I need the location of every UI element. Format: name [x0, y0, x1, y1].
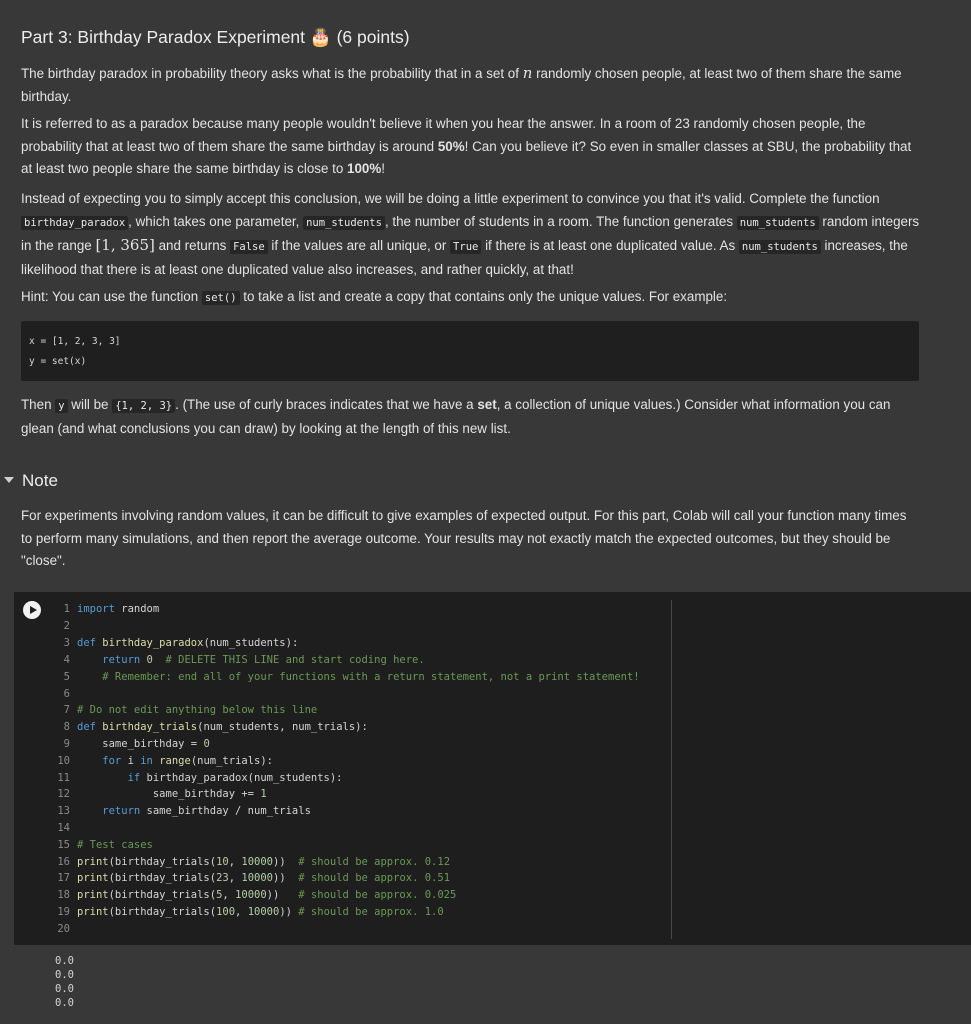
example-code-block: x = [1, 2, 3, 3] y = set(x) [21, 321, 919, 381]
code-line[interactable]: print(birthday_trials(23, 10000)) # shou… [77, 870, 450, 887]
line-number: 6 [63, 688, 70, 700]
line-number: 16 [57, 856, 70, 868]
points-label: (6 points) [336, 27, 410, 47]
example-line-2: y = set(x) [29, 356, 87, 367]
run-cell-button[interactable] [23, 601, 41, 619]
code-line[interactable]: import random [77, 601, 159, 618]
code-line[interactable]: # Do not edit anything below this line [77, 702, 317, 719]
line-number: 18 [57, 889, 70, 901]
code-line[interactable]: print(birthday_trials(100, 10000)) # sho… [77, 904, 444, 921]
line-number: 17 [57, 872, 70, 884]
note-section-header[interactable]: Note [0, 470, 200, 494]
code-line[interactable]: same_birthday += 1 [77, 786, 267, 803]
output-line: 0.0 [55, 955, 74, 967]
code-line[interactable]: if birthday_paradox(num_students): [77, 770, 343, 787]
line-number: 15 [57, 839, 70, 851]
line-number: 13 [57, 805, 70, 817]
line-number: 7 [63, 704, 70, 716]
line-number: 9 [63, 738, 70, 750]
line-number: 12 [57, 788, 70, 800]
output-line: 0.0 [55, 983, 74, 995]
note-text: For experiments involving random values,… [21, 508, 907, 568]
code-line[interactable]: print(birthday_trials(10, 10000)) # shou… [77, 854, 450, 871]
title-text: Part 3: Birthday Paradox Experiment [21, 27, 306, 47]
collapse-caret-icon[interactable] [4, 477, 14, 483]
code-line[interactable]: print(birthday_trials(5, 10000)) # shoul… [77, 887, 456, 904]
code-line[interactable]: # Remember: end all of your functions wi… [77, 669, 639, 686]
paragraph-instructions: Instead of expecting you to simply accep… [21, 191, 920, 277]
line-number: 19 [57, 906, 70, 918]
code-line[interactable]: def birthday_trials(num_students, num_tr… [77, 719, 368, 736]
example-line-1: x = [1, 2, 3, 3] [29, 336, 121, 347]
line-number: 2 [63, 620, 70, 632]
code-line[interactable]: def birthday_paradox(num_students): [77, 635, 298, 652]
output-line: 0.0 [55, 997, 74, 1009]
line-number: 10 [57, 755, 70, 767]
line-number: 8 [63, 721, 70, 733]
line-number: 14 [57, 822, 70, 834]
paragraph-intro: The birthday paradox in probability theo… [21, 64, 902, 104]
note-title: Note [22, 471, 58, 490]
cake-emoji: 🎂 [309, 27, 332, 47]
code-line[interactable]: return 0 # DELETE THIS LINE and start co… [77, 652, 424, 669]
line-number: 1 [63, 603, 70, 615]
output-line: 0.0 [55, 969, 74, 981]
play-icon [30, 605, 37, 614]
code-line[interactable]: # Test cases [77, 837, 153, 854]
paragraph-hint: Hint: You can use the function set() to … [21, 289, 728, 305]
editor-ruler [671, 600, 672, 939]
line-number: 20 [57, 923, 70, 935]
paragraph-paradox: It is referred to as a paradox because m… [21, 116, 912, 176]
section-title: Part 3: Birthday Paradox Experiment 🎂 (6… [21, 27, 410, 48]
line-number: 3 [63, 637, 70, 649]
paragraph-set-explanation: Then y will be {1, 2, 3}. (The use of cu… [21, 397, 891, 436]
code-line[interactable]: same_birthday = 0 [77, 736, 209, 753]
line-number: 11 [57, 772, 70, 784]
line-number: 5 [63, 671, 70, 683]
code-line[interactable]: return same_birthday / num_trials [77, 803, 311, 820]
code-line[interactable]: for i in range(num_trials): [77, 753, 273, 770]
line-number: 4 [63, 654, 70, 666]
